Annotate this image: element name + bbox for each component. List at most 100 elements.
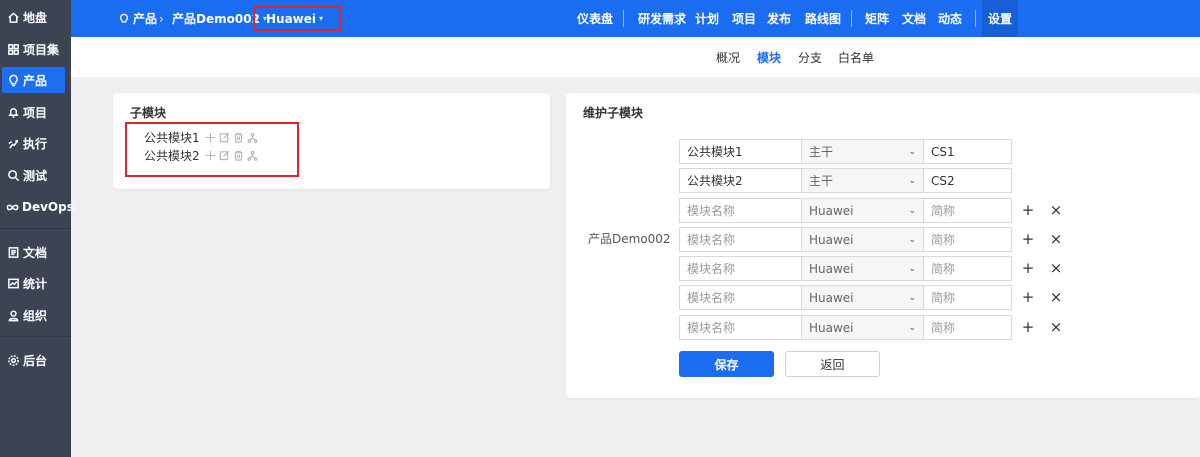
sidebar-divider — [0, 228, 71, 229]
sidebar-item-label: 执行 — [23, 136, 48, 151]
module-name-input[interactable]: 公共模块1 — [679, 139, 802, 164]
parent-module-label: 产品Demo002› — [588, 230, 683, 247]
tab-whitelist[interactable]: 白名单 — [838, 37, 874, 77]
sidebar-item-label: 测试 — [23, 168, 48, 183]
sidebar-item-label: 文档 — [23, 245, 48, 260]
remove-row-icon[interactable]: × — [1048, 259, 1064, 277]
add-row-icon[interactable]: + — [1020, 230, 1036, 248]
nav-settings[interactable]: 设置 — [982, 0, 1018, 37]
nav-matrix[interactable]: 矩阵 — [865, 0, 889, 37]
branch-select[interactable]: Huawei ⌄ — [801, 285, 924, 310]
remove-row-icon[interactable]: × — [1048, 318, 1064, 336]
module-name-input[interactable]: 模块名称 — [679, 227, 802, 252]
nav-project[interactable]: 项目 — [732, 0, 756, 37]
short-name-input[interactable]: CS1 — [923, 139, 1012, 164]
user-icon — [6, 308, 20, 322]
sidebar-item-execution[interactable]: 执行 — [0, 130, 71, 156]
back-button[interactable]: 返回 — [785, 351, 880, 377]
bell-icon — [6, 105, 20, 119]
short-name-input[interactable]: 简称 — [923, 285, 1012, 310]
chevron-right-icon: › — [159, 11, 164, 26]
module-name-input[interactable]: 模块名称 — [679, 315, 802, 340]
remove-row-icon[interactable]: × — [1048, 288, 1064, 306]
nav-requirements[interactable]: 研发需求 — [638, 0, 686, 37]
remove-row-icon[interactable]: × — [1048, 230, 1064, 248]
chevron-down-icon: ⌄ — [908, 205, 916, 216]
card-title: 子模块 — [130, 106, 167, 120]
nav-separator — [851, 10, 852, 27]
branch-select[interactable]: Huawei ⌄ — [801, 227, 924, 252]
short-name-input[interactable]: 简称 — [923, 227, 1012, 252]
add-row-icon[interactable]: + — [1020, 318, 1036, 336]
sidebar-item-label: 统计 — [23, 276, 48, 291]
chevron-down-icon: ⌄ — [908, 322, 916, 333]
remove-row-icon[interactable]: × — [1048, 201, 1064, 219]
branch-select[interactable]: Huawei ⌄ — [801, 198, 924, 223]
sidebar-item-label: 项目 — [23, 105, 48, 120]
chart-icon — [6, 276, 20, 290]
lightbulb-icon — [118, 13, 130, 25]
save-button[interactable]: 保存 — [679, 351, 774, 377]
add-row-icon[interactable]: + — [1020, 288, 1036, 306]
tab-branches[interactable]: 分支 — [798, 37, 822, 77]
sidebar-item-project[interactable]: 项目 — [0, 99, 71, 125]
infinity-icon — [6, 200, 19, 214]
run-icon — [6, 136, 20, 150]
nav-release[interactable]: 发布 — [767, 0, 791, 37]
short-name-input[interactable]: 简称 — [923, 256, 1012, 281]
highlight-box — [253, 6, 341, 31]
module-name-input[interactable]: 模块名称 — [679, 285, 802, 310]
maintain-submodule-card: 维护子模块 产品Demo002› 公共模块1 主干⌄ CS1 公共模块2 主干⌄… — [566, 93, 1200, 398]
doc-icon — [6, 245, 20, 259]
short-name-input[interactable]: CS2 — [923, 168, 1012, 193]
highlight-box — [125, 122, 299, 177]
sidebar-item-product[interactable]: 产品 — [2, 67, 65, 93]
module-name-input[interactable]: 模块名称 — [679, 256, 802, 281]
submodule-card: 子模块 公共模块1 公共模块2 — [113, 93, 550, 189]
sidebar: 地盘 项目集 产品 项目 执行 测试 DevOps 文档 统计 组织 后台 — [0, 0, 74, 457]
branch-select[interactable]: 主干 ⌄ — [801, 168, 924, 193]
chevron-down-icon: ⌄ — [908, 146, 916, 157]
nav-doc[interactable]: 文档 — [902, 0, 926, 37]
sidebar-item-doc[interactable]: 文档 — [0, 239, 71, 265]
nav-activity[interactable]: 动态 — [938, 0, 962, 37]
nav-separator — [975, 10, 976, 27]
sidebar-item-test[interactable]: 测试 — [0, 162, 71, 188]
sub-tab-bar: 概况 模块 分支 白名单 — [71, 37, 1200, 77]
gear-icon — [6, 353, 20, 367]
module-name-input[interactable]: 公共模块2 — [679, 168, 802, 193]
nav-dashboard[interactable]: 仪表盘 — [577, 0, 613, 37]
chevron-down-icon: ⌄ — [908, 234, 916, 245]
add-row-icon[interactable]: + — [1020, 259, 1036, 277]
card-title: 维护子模块 — [583, 106, 644, 120]
module-name-input[interactable]: 模块名称 — [679, 198, 802, 223]
lightbulb-icon — [6, 73, 20, 87]
nav-roadmap[interactable]: 路线图 — [805, 0, 841, 37]
chevron-down-icon: ⌄ — [908, 175, 916, 186]
sidebar-item-program[interactable]: 项目集 — [0, 36, 71, 62]
sidebar-item-label: 组织 — [23, 308, 48, 323]
chevron-down-icon: ⌄ — [908, 292, 916, 303]
branch-select[interactable]: Huawei ⌄ — [801, 256, 924, 281]
branch-select[interactable]: 主干 ⌄ — [801, 139, 924, 164]
sidebar-item-dashboard[interactable]: 地盘 — [0, 4, 71, 30]
branch-select[interactable]: Huawei ⌄ — [801, 315, 924, 340]
tab-overview[interactable]: 概况 — [716, 37, 740, 77]
tab-modules[interactable]: 模块 — [757, 37, 781, 77]
breadcrumb-root[interactable]: 产品 — [118, 0, 157, 37]
sidebar-item-label: 产品 — [23, 73, 48, 88]
nav-plan[interactable]: 计划 — [695, 0, 719, 37]
add-row-icon[interactable]: + — [1020, 201, 1036, 219]
sidebar-divider — [0, 336, 71, 337]
magnifier-icon — [6, 168, 20, 182]
sidebar-item-stats[interactable]: 统计 — [0, 270, 71, 296]
sidebar-item-org[interactable]: 组织 — [0, 302, 71, 328]
sidebar-item-admin[interactable]: 后台 — [0, 347, 71, 373]
grid-icon — [6, 42, 20, 56]
sidebar-item-devops[interactable]: DevOps — [0, 194, 74, 220]
home-icon — [6, 10, 20, 24]
short-name-input[interactable]: 简称 — [923, 198, 1012, 223]
sidebar-item-label: 地盘 — [23, 10, 48, 25]
sidebar-item-label: DevOps — [22, 200, 74, 214]
short-name-input[interactable]: 简称 — [923, 315, 1012, 340]
